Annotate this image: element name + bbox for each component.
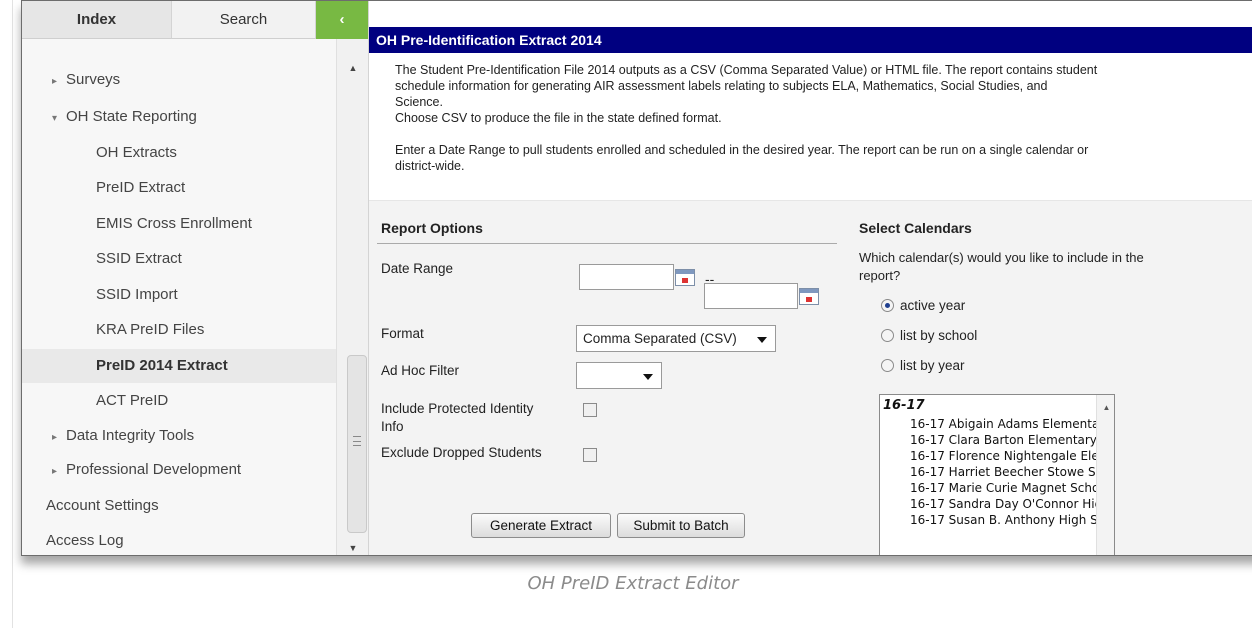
tree-item-label: Surveys — [66, 71, 121, 88]
radio-label: list by year — [900, 358, 965, 373]
include-protected-identity-checkbox[interactable] — [583, 403, 597, 417]
ad-hoc-filter-label: Ad Hoc Filter — [381, 363, 460, 378]
format-label: Format — [381, 326, 424, 341]
expand-arrow-icon: ▸ — [52, 76, 58, 87]
radio-unselected-icon — [881, 329, 894, 342]
list-group-header: 16-17 — [883, 398, 925, 413]
select-calendars-heading: Select Calendars — [859, 220, 972, 236]
protected-identity-label: Include Protected Identity Info — [381, 400, 533, 436]
tree-item-emis-cross-enrollment[interactable]: EMIS Cross Enrollment — [22, 207, 336, 241]
expand-arrow-icon: ▸ — [52, 432, 58, 443]
exclude-dropped-label: Exclude Dropped Students — [381, 445, 542, 460]
main-panel: OH Pre-Identification Extract 2014 The S… — [368, 1, 1252, 555]
collapse-arrow-icon: ▾ — [52, 113, 58, 124]
list-item[interactable]: 16-17 Harriet Beecher Stowe Scho — [910, 465, 1114, 480]
submit-to-batch-button[interactable]: Submit to Batch — [617, 513, 745, 538]
listbox-scrollbar[interactable]: ▲ — [1096, 395, 1114, 555]
tree-item-preid-extract[interactable]: PreID Extract — [22, 171, 336, 205]
tree-item-account-settings[interactable]: Account Settings — [22, 489, 336, 523]
radio-label: active year — [900, 298, 966, 313]
description-line: district-wide. — [395, 159, 465, 173]
tab-search[interactable]: Search — [172, 1, 316, 39]
tree-item-label: Data Integrity Tools — [66, 427, 195, 444]
label-line: report? — [859, 268, 901, 283]
description-line: schedule information for generating AIR … — [395, 79, 1048, 93]
scroll-up-arrow-icon[interactable]: ▲ — [1097, 403, 1114, 412]
page-title: OH Pre-Identification Extract 2014 — [369, 27, 1252, 53]
radio-selected-icon — [881, 299, 894, 312]
calendar-icon[interactable] — [675, 269, 695, 286]
end-date-input[interactable] — [704, 283, 798, 309]
nav-scrollbar[interactable]: ▲ ▼ — [336, 39, 369, 555]
start-date-input[interactable] — [579, 264, 674, 290]
list-item[interactable]: 16-17 Sandra Day O'Connor High — [910, 497, 1110, 512]
format-selected-value: Comma Separated (CSV) — [583, 331, 737, 346]
radio-list-by-school[interactable]: list by school — [881, 327, 977, 345]
calendar-question: Which calendar(s) would you like to incl… — [859, 249, 1144, 285]
navigation-tree: ▸ Surveys ▾ OH State Reporting OH Extracts… — [22, 39, 336, 555]
tree-item-label: Professional Development — [66, 461, 242, 478]
list-item[interactable]: 16-17 Abigain Adams Elementary — [910, 417, 1111, 432]
description-line: Science. — [395, 95, 443, 109]
expand-arrow-icon: ▸ — [52, 466, 58, 477]
tree-item-act-preid[interactable]: ACT PreID — [22, 384, 336, 418]
radio-active-year[interactable]: active year — [881, 297, 965, 315]
tree-item-ssid-extract[interactable]: SSID Extract — [22, 242, 336, 276]
section-divider — [377, 243, 837, 244]
tree-item-oh-extracts[interactable]: OH Extracts — [22, 136, 336, 170]
radio-unselected-icon — [881, 359, 894, 372]
format-select[interactable]: Comma Separated (CSV) — [576, 325, 776, 352]
dropdown-arrow-icon — [757, 337, 767, 343]
report-description: The Student Pre-Identification File 2014… — [369, 53, 1252, 200]
report-options-heading: Report Options — [381, 220, 483, 236]
tree-item-data-integrity-tools[interactable]: ▸ Data Integrity Tools — [22, 419, 336, 453]
tree-item-kra-preid-files[interactable]: KRA PreID Files — [22, 313, 336, 347]
application-window: Index Search ‹ ▸ Surveys ▾ OH State Report… — [21, 0, 1252, 556]
tree-item-label: OH State Reporting — [66, 108, 197, 125]
tree-item-access-log[interactable]: Access Log — [22, 524, 336, 555]
scroll-up-arrow-icon[interactable]: ▲ — [337, 63, 369, 73]
collapse-nav-button[interactable]: ‹ — [316, 1, 368, 39]
label-line: Which calendar(s) would you like to incl… — [859, 250, 1144, 265]
tree-item-preid-2014-extract[interactable]: PreID 2014 Extract — [22, 349, 336, 383]
tree-item-oh-state-reporting[interactable]: ▾ OH State Reporting — [22, 100, 336, 134]
tab-index[interactable]: Index — [22, 1, 172, 39]
tree-item-surveys[interactable]: ▸ Surveys — [22, 63, 336, 97]
list-item[interactable]: 16-17 Susan B. Anthony High Sch — [910, 513, 1112, 528]
scroll-thumb[interactable] — [347, 355, 367, 533]
exclude-dropped-students-checkbox[interactable] — [583, 448, 597, 462]
tree-item-professional-development[interactable]: ▸ Professional Development — [22, 453, 336, 487]
description-line: The Student Pre-Identification File 2014… — [395, 63, 1098, 77]
description-line: Enter a Date Range to pull students enro… — [395, 143, 1089, 157]
label-line: Include Protected Identity — [381, 401, 534, 416]
left-navigation: Index Search ‹ ▸ Surveys ▾ OH State Report… — [22, 1, 369, 555]
date-range-label: Date Range — [381, 261, 454, 276]
dropdown-arrow-icon — [643, 374, 653, 380]
ad-hoc-filter-select[interactable] — [576, 362, 662, 389]
label-line: Info — [381, 419, 404, 434]
report-options-panel: Report Options Date Range -- Format Comm… — [369, 200, 1252, 555]
list-item[interactable]: 16-17 Florence Nightengale Eleme — [910, 449, 1114, 464]
list-item[interactable]: 16-17 Clara Barton Elementary Sc — [910, 433, 1114, 448]
radio-label: list by school — [900, 328, 978, 343]
screenshot-frame: Index Search ‹ ▸ Surveys ▾ OH State Report… — [12, 0, 1252, 628]
tree-item-ssid-import[interactable]: SSID Import — [22, 278, 336, 312]
scroll-down-arrow-icon[interactable]: ▼ — [337, 543, 369, 553]
nav-tabs: Index Search ‹ — [22, 1, 368, 39]
generate-extract-button[interactable]: Generate Extract — [471, 513, 611, 538]
grip-icon — [353, 436, 361, 446]
figure-caption: OH PreID Extract Editor — [527, 573, 739, 594]
radio-list-by-year[interactable]: list by year — [881, 357, 965, 375]
description-line: Choose CSV to produce the file in the st… — [395, 111, 722, 125]
list-item[interactable]: 16-17 Marie Curie Magnet School — [910, 481, 1110, 496]
calendar-listbox[interactable]: 16-17 16-17 Abigain Adams Elementary 16-… — [879, 394, 1115, 555]
calendar-icon[interactable] — [799, 288, 819, 305]
